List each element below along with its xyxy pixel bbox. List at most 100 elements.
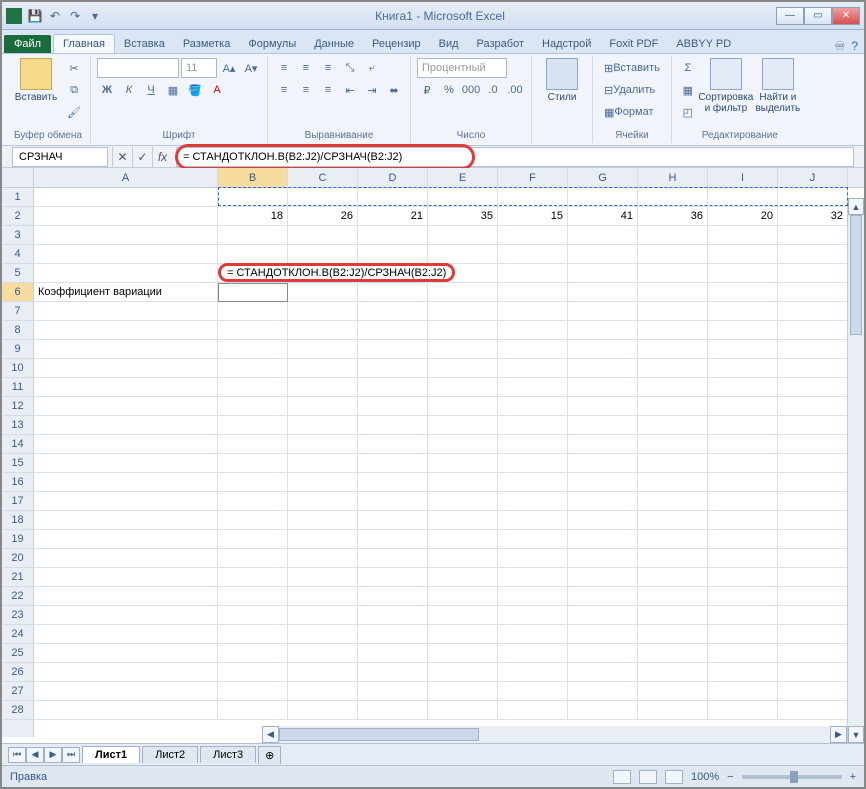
cell-C5[interactable] xyxy=(288,264,358,283)
cell-G6[interactable] xyxy=(568,283,638,302)
row-header-17[interactable]: 17 xyxy=(2,492,33,511)
cell-I18[interactable] xyxy=(708,511,778,530)
cell-I24[interactable] xyxy=(708,625,778,644)
cell-I26[interactable] xyxy=(708,663,778,682)
scroll-down-button[interactable]: ▼ xyxy=(848,726,864,743)
cell-F4[interactable] xyxy=(498,245,568,264)
row-header-20[interactable]: 20 xyxy=(2,549,33,568)
row-header-1[interactable]: 1 xyxy=(2,188,33,207)
tab-review[interactable]: Рецензир xyxy=(363,35,430,53)
cell-B15[interactable] xyxy=(218,454,288,473)
cell-G17[interactable] xyxy=(568,492,638,511)
cell-E27[interactable] xyxy=(428,682,498,701)
cell-F5[interactable] xyxy=(498,264,568,283)
cell-H13[interactable] xyxy=(638,416,708,435)
column-header-C[interactable]: C xyxy=(288,168,358,187)
cell-J22[interactable] xyxy=(778,587,848,606)
fill-button[interactable]: ▦ xyxy=(678,80,698,100)
cell-B21[interactable] xyxy=(218,568,288,587)
cell-D27[interactable] xyxy=(358,682,428,701)
cell-B9[interactable] xyxy=(218,340,288,359)
cell-I14[interactable] xyxy=(708,435,778,454)
cell-G15[interactable] xyxy=(568,454,638,473)
save-button[interactable]: 💾 xyxy=(26,7,44,25)
cell-I27[interactable] xyxy=(708,682,778,701)
cell-H3[interactable] xyxy=(638,226,708,245)
cell-A13[interactable] xyxy=(34,416,218,435)
cell-B26[interactable] xyxy=(218,663,288,682)
cell-G20[interactable] xyxy=(568,549,638,568)
cell-A19[interactable] xyxy=(34,530,218,549)
cell-I9[interactable] xyxy=(708,340,778,359)
cell-F20[interactable] xyxy=(498,549,568,568)
cell-H16[interactable] xyxy=(638,473,708,492)
cell-E14[interactable] xyxy=(428,435,498,454)
cell-F23[interactable] xyxy=(498,606,568,625)
paste-button[interactable]: Вставить xyxy=(12,58,60,103)
cell-F17[interactable] xyxy=(498,492,568,511)
row-header-25[interactable]: 25 xyxy=(2,644,33,663)
cell-I3[interactable] xyxy=(708,226,778,245)
cell-I11[interactable] xyxy=(708,378,778,397)
cell-H14[interactable] xyxy=(638,435,708,454)
cell-D22[interactable] xyxy=(358,587,428,606)
tab-foxit[interactable]: Foxit PDF xyxy=(600,35,667,53)
cell-A5[interactable] xyxy=(34,264,218,283)
cell-A28[interactable] xyxy=(34,701,218,720)
cell-B24[interactable] xyxy=(218,625,288,644)
format-cells-button[interactable]: ▦ Формат xyxy=(599,102,658,122)
cell-E12[interactable] xyxy=(428,397,498,416)
cell-E2[interactable]: 35 xyxy=(428,207,498,226)
cell-H24[interactable] xyxy=(638,625,708,644)
font-color-button[interactable]: A xyxy=(207,80,227,100)
row-header-12[interactable]: 12 xyxy=(2,397,33,416)
cell-H19[interactable] xyxy=(638,530,708,549)
cell-B6[interactable] xyxy=(218,283,288,302)
cell-G8[interactable] xyxy=(568,321,638,340)
cell-C17[interactable] xyxy=(288,492,358,511)
cell-I22[interactable] xyxy=(708,587,778,606)
cell-B1[interactable] xyxy=(218,188,288,207)
column-header-A[interactable]: A xyxy=(34,168,218,187)
cell-G18[interactable] xyxy=(568,511,638,530)
cell-E16[interactable] xyxy=(428,473,498,492)
decrease-font-button[interactable]: A▾ xyxy=(241,58,261,78)
cell-D21[interactable] xyxy=(358,568,428,587)
row-header-3[interactable]: 3 xyxy=(2,226,33,245)
cell-H21[interactable] xyxy=(638,568,708,587)
column-header-J[interactable]: J xyxy=(778,168,848,187)
column-header-F[interactable]: F xyxy=(498,168,568,187)
row-header-10[interactable]: 10 xyxy=(2,359,33,378)
cell-B28[interactable] xyxy=(218,701,288,720)
sheet-nav-prev[interactable]: ◀ xyxy=(26,747,44,763)
cell-D7[interactable] xyxy=(358,302,428,321)
cell-F18[interactable] xyxy=(498,511,568,530)
cell-D2[interactable]: 21 xyxy=(358,207,428,226)
fill-color-button[interactable]: 🪣 xyxy=(185,80,205,100)
cell-D11[interactable] xyxy=(358,378,428,397)
cell-C27[interactable] xyxy=(288,682,358,701)
cell-H6[interactable] xyxy=(638,283,708,302)
cell-A15[interactable] xyxy=(34,454,218,473)
tab-abbyy[interactable]: ABBYY PD xyxy=(667,35,740,53)
cell-C14[interactable] xyxy=(288,435,358,454)
cell-G10[interactable] xyxy=(568,359,638,378)
cell-C16[interactable] xyxy=(288,473,358,492)
row-header-9[interactable]: 9 xyxy=(2,340,33,359)
cell-D1[interactable] xyxy=(358,188,428,207)
cell-E19[interactable] xyxy=(428,530,498,549)
cell-D12[interactable] xyxy=(358,397,428,416)
cell-A3[interactable] xyxy=(34,226,218,245)
cell-A6[interactable]: Коэффициент вариации xyxy=(34,283,218,302)
cell-G28[interactable] xyxy=(568,701,638,720)
cell-G1[interactable] xyxy=(568,188,638,207)
cell-D28[interactable] xyxy=(358,701,428,720)
number-format-box[interactable]: Процентный xyxy=(417,58,507,78)
scroll-right-button[interactable]: ▶ xyxy=(830,726,847,743)
cut-button[interactable]: ✂ xyxy=(64,58,84,78)
cell-B3[interactable] xyxy=(218,226,288,245)
cell-A25[interactable] xyxy=(34,644,218,663)
cell-H4[interactable] xyxy=(638,245,708,264)
cell-E6[interactable] xyxy=(428,283,498,302)
cell-B17[interactable] xyxy=(218,492,288,511)
